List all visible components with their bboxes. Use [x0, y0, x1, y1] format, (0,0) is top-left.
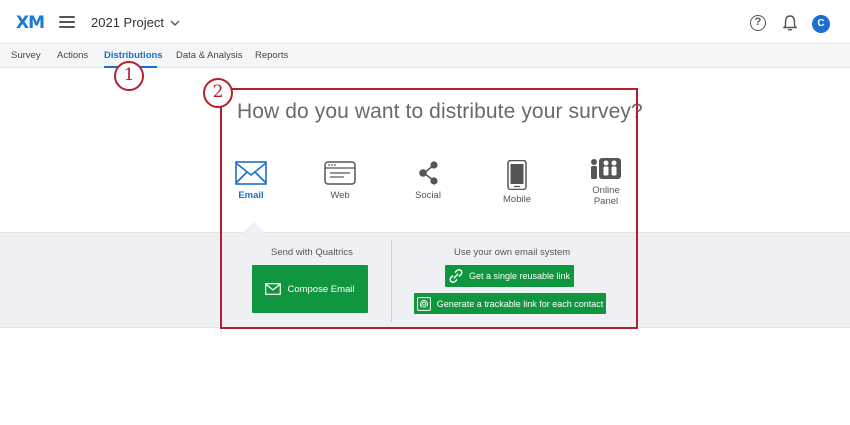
people-icon — [591, 158, 621, 179]
distribution-question: How do you want to distribute your surve… — [237, 100, 643, 123]
method-label: Web — [330, 190, 350, 201]
tab-reports[interactable]: Reports — [255, 50, 288, 61]
user-avatar[interactable]: C — [812, 15, 830, 33]
method-mobile[interactable]: Mobile — [482, 160, 552, 205]
hamburger-menu-icon[interactable] — [59, 16, 75, 28]
callout-number-1: 1 — [114, 61, 144, 91]
link-icon — [449, 269, 463, 283]
share-icon — [419, 161, 438, 185]
xm-logo[interactable]: XM — [16, 13, 45, 33]
top-header: XM 2021 Project ? C — [0, 0, 850, 43]
trackable-link-button[interactable]: Generate a trackable link for each conta… — [414, 293, 606, 314]
method-label: Mobile — [503, 194, 531, 205]
envelope-icon — [265, 283, 282, 295]
tab-data-analysis[interactable]: Data & Analysis — [176, 50, 243, 61]
active-method-pointer-overlay — [243, 222, 265, 233]
project-title: 2021 Project — [91, 15, 164, 30]
tab-distributions[interactable]: Distributions — [104, 50, 163, 61]
compose-email-label: Compose Email — [287, 283, 355, 295]
trackable-link-label: Generate a trackable link for each conta… — [436, 298, 604, 309]
method-label: Online Panel — [592, 185, 620, 207]
callout-number-2: 2 — [203, 78, 233, 108]
method-online-panel[interactable]: Online Panel — [571, 157, 641, 207]
chevron-down-icon — [170, 20, 180, 26]
help-icon[interactable]: ? — [750, 15, 766, 31]
bell-icon[interactable] — [782, 14, 798, 32]
panel-divider — [391, 240, 392, 322]
send-with-qualtrics-title: Send with Qualtrics — [271, 247, 353, 258]
method-label: Social — [415, 190, 441, 201]
fingerprint-icon — [416, 296, 431, 311]
compose-email-button[interactable]: Compose Email — [252, 265, 368, 313]
reusable-link-button[interactable]: Get a single reusable link — [445, 265, 574, 287]
project-selector[interactable]: 2021 Project — [91, 15, 180, 30]
tab-actions[interactable]: Actions — [57, 50, 88, 61]
reusable-link-label: Get a single reusable link — [468, 271, 571, 281]
method-label: Email — [238, 190, 264, 201]
method-email[interactable]: Email — [216, 160, 286, 201]
tab-survey[interactable]: Survey — [11, 50, 41, 61]
method-social[interactable]: Social — [393, 160, 463, 201]
browser-window-icon — [324, 161, 356, 185]
own-email-system-title: Use your own email system — [454, 247, 571, 258]
method-web[interactable]: Web — [305, 160, 375, 201]
envelope-icon — [235, 161, 267, 185]
mobile-phone-icon — [507, 160, 527, 190]
